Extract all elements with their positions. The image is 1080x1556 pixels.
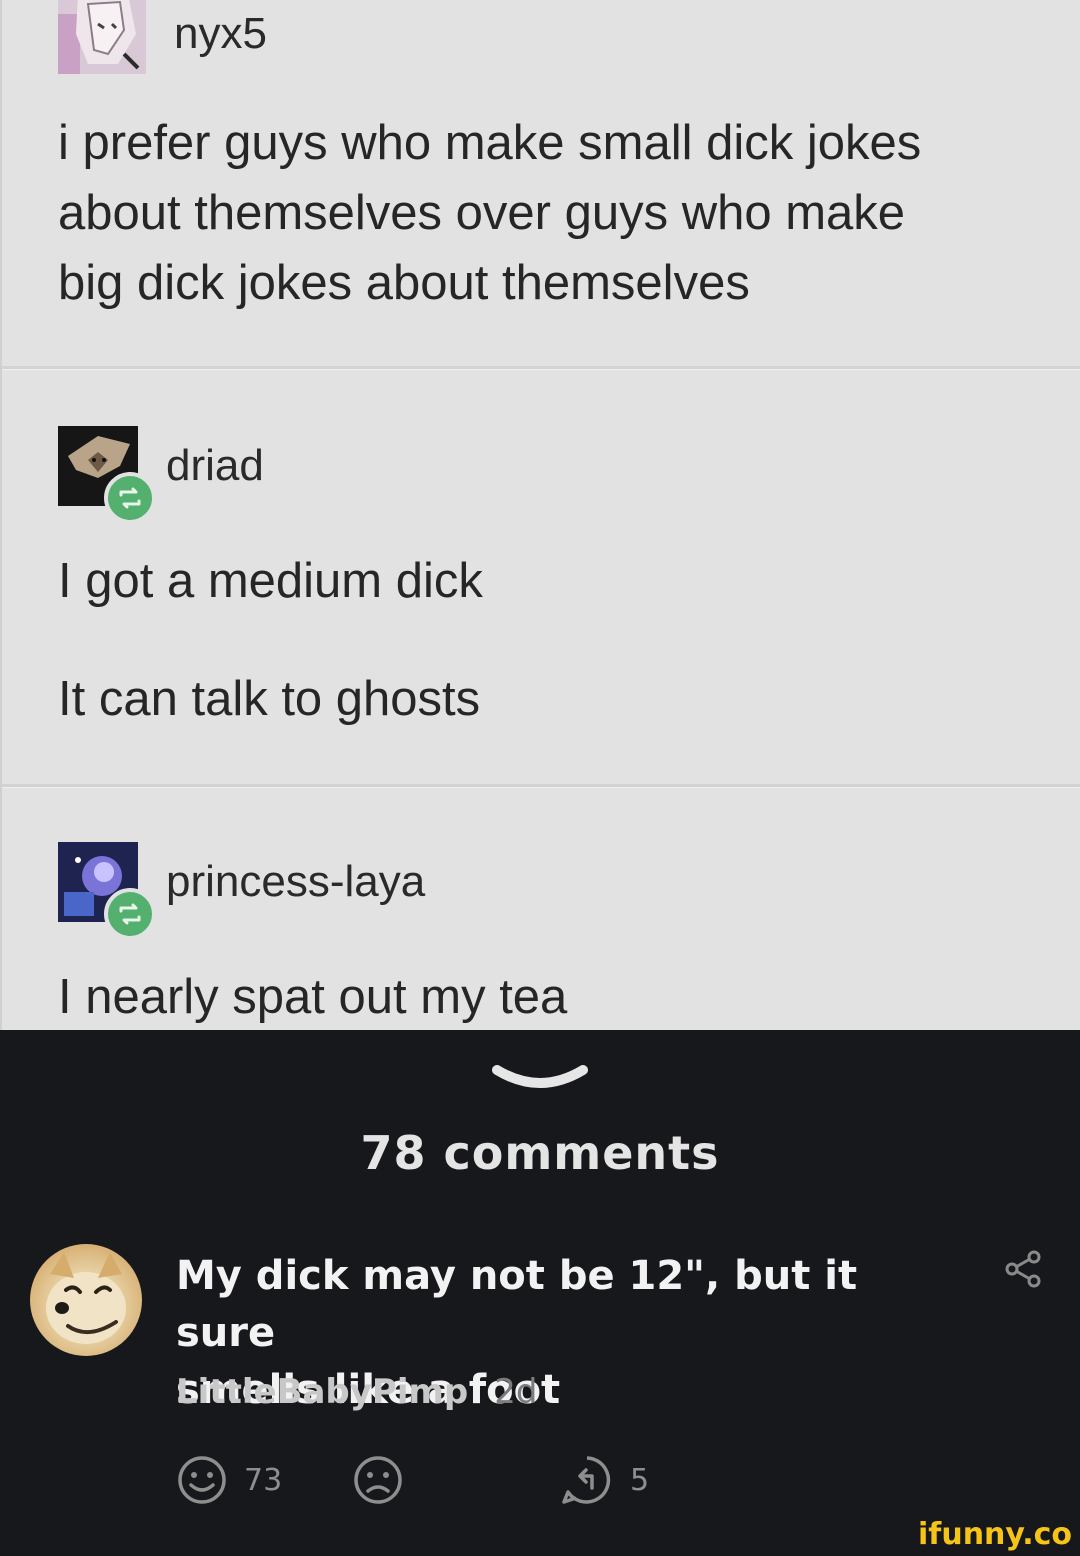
post-line: i prefer guys who make small dick jokes (58, 116, 922, 170)
post-username[interactable]: nyx5 (174, 9, 267, 59)
smile-action[interactable]: 73 (176, 1454, 282, 1506)
post-line: about themselves over guys who make (58, 186, 906, 240)
comments-count[interactable]: 78 comments (0, 1126, 1080, 1180)
smile-count: 73 (244, 1462, 283, 1498)
post-body-princess-laya: I nearly spat out my tea (58, 962, 1038, 1030)
avatar-princess-laya[interactable] (58, 842, 156, 940)
comments-panel: 78 comments My dick may not be 12", but … (0, 1030, 1080, 1556)
chevron-down-icon[interactable] (491, 1062, 589, 1098)
post-line: I got a medium dick (58, 554, 483, 608)
reblog-icon (104, 888, 156, 940)
post-username[interactable]: princess-laya (166, 857, 425, 907)
share-icon[interactable] (1004, 1250, 1042, 1288)
comment-author[interactable]: LittleBabyPimp (176, 1372, 468, 1412)
comment-meta: LittleBabyPimp 2d (176, 1372, 537, 1412)
post-line: big dick jokes about themselves (58, 256, 750, 310)
anime-avatar-icon (58, 0, 146, 74)
reply-count: 5 (630, 1462, 650, 1498)
doge-avatar-icon (46, 1252, 126, 1344)
unsmile-action[interactable] (352, 1454, 404, 1506)
post-header-princess-laya: princess-laya (58, 842, 425, 940)
post-body-driad: I got a medium dick It can talk to ghost… (58, 546, 1038, 734)
unsmile-icon (354, 1456, 402, 1504)
avatar-driad[interactable] (58, 426, 156, 524)
avatar-nyx5[interactable] (58, 0, 146, 74)
tumblr-screenshot: nyx5 i prefer guys who make small dick j… (0, 0, 1080, 1030)
post-divider (2, 366, 1080, 370)
reblog-icon (104, 472, 156, 524)
ifunny-watermark: ifunny.co (918, 1517, 1072, 1552)
post-header-driad: driad (58, 426, 264, 524)
post-line: I nearly spat out my tea (58, 970, 568, 1024)
comment-line: My dick may not be 12", but it sure (176, 1253, 858, 1356)
post-header-nyx5: nyx5 (58, 0, 267, 74)
post-divider (2, 784, 1080, 788)
post-body-nyx5: i prefer guys who make small dick jokes … (58, 108, 1038, 318)
smile-icon (178, 1456, 226, 1504)
reply-icon (562, 1456, 611, 1504)
comment-avatar[interactable] (30, 1244, 142, 1356)
post-line: It can talk to ghosts (58, 672, 481, 726)
comment-time: 2d (494, 1372, 538, 1412)
post-username[interactable]: driad (166, 441, 264, 491)
reply-action[interactable]: 5 (560, 1454, 649, 1506)
